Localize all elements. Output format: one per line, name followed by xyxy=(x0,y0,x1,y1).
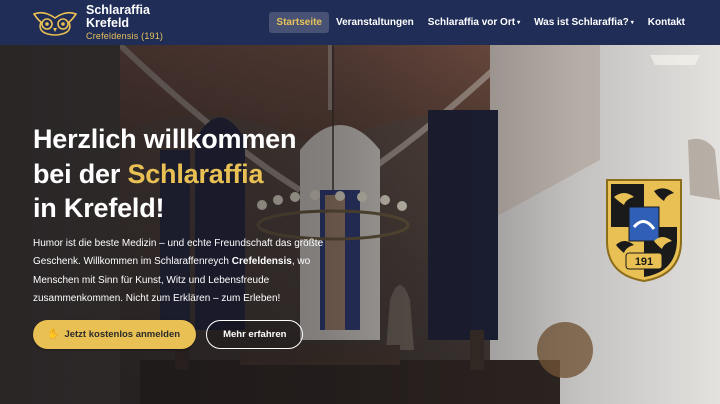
hero-heading: Herzlich willkommen bei der Schlaraffia … xyxy=(33,122,373,226)
hero-heading-line1: Herzlich willkommen xyxy=(33,124,297,154)
nav-item-schlaraffia-vor-ort[interactable]: Schlaraffia vor Ort ▾ xyxy=(421,12,527,33)
hero-description: Humor ist die beste Medizin – und echte … xyxy=(33,237,324,305)
nav-item-was-ist-schlaraffia[interactable]: Was ist Schlaraffia? ▾ xyxy=(527,12,641,33)
brand-text: Schlaraffia Krefeld Crefeldensis (191) xyxy=(86,4,163,41)
main-nav: Startseite Veranstaltungen Schlaraffia v… xyxy=(269,0,692,45)
hero-description-bold: Crefeldensis xyxy=(231,256,292,267)
hero-heading-line2-prefix: bei der xyxy=(33,158,128,189)
hero-buttons: ✋ Jetzt kostenlos anmelden Mehr erfahren xyxy=(33,320,304,349)
hero-heading-accent: Schlaraffia xyxy=(127,158,264,189)
nav-item-veranstaltungen[interactable]: Veranstaltungen xyxy=(329,12,421,33)
nav-item-kontakt[interactable]: Kontakt xyxy=(641,12,692,33)
crest-number: 191 xyxy=(635,256,653,268)
signup-button-label: Jetzt kostenlos anmelden xyxy=(64,329,181,340)
site-header: Schlaraffia Krefeld Crefeldensis (191) S… xyxy=(0,0,720,45)
schlaraffia-crest-icon: 191 xyxy=(606,179,682,283)
owl-logo-icon xyxy=(32,11,78,36)
chevron-down-icon: ▾ xyxy=(630,19,634,26)
chevron-down-icon: ▾ xyxy=(517,19,521,26)
hand-icon: ✋ xyxy=(47,329,60,340)
hero-section: Herzlich willkommen bei der Schlaraffia … xyxy=(33,122,373,309)
brand-title-line2: Krefeld xyxy=(86,16,130,30)
learn-more-button[interactable]: Mehr erfahren xyxy=(206,320,304,349)
brand-link[interactable]: Schlaraffia Krefeld Crefeldensis (191) xyxy=(32,4,163,41)
hero-heading-line3: in Krefeld! xyxy=(33,193,165,223)
nav-item-startseite[interactable]: Startseite xyxy=(269,12,329,33)
brand-subtitle: Crefeldensis (191) xyxy=(86,31,164,41)
signup-button[interactable]: ✋ Jetzt kostenlos anmelden xyxy=(33,320,197,349)
learn-more-button-label: Mehr erfahren xyxy=(223,329,287,340)
